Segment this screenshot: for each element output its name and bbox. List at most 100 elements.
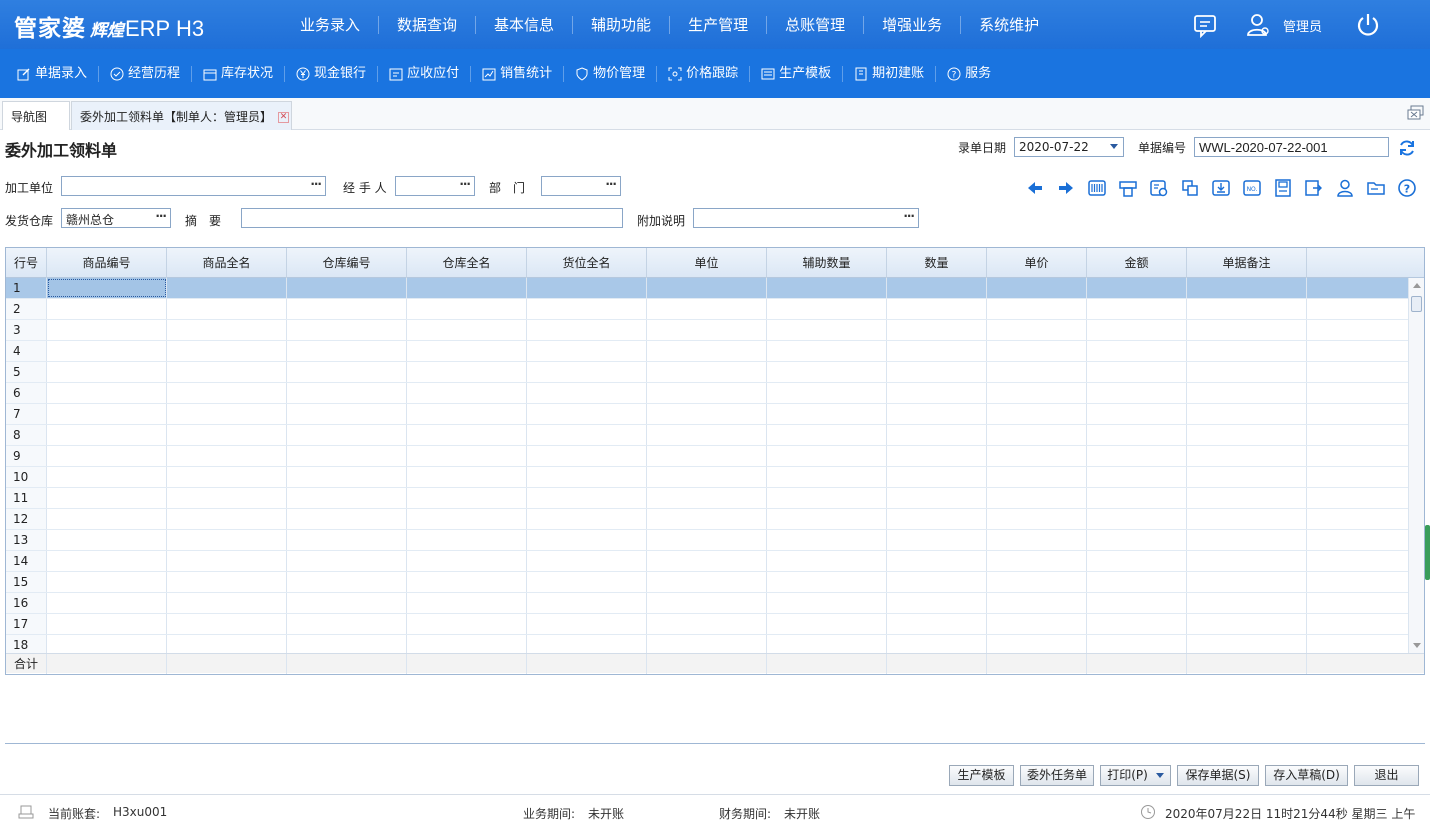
col-header[interactable]: 单据备注 bbox=[1187, 248, 1307, 278]
table-cell[interactable] bbox=[1187, 488, 1307, 508]
table-cell[interactable] bbox=[287, 509, 407, 529]
table-cell[interactable] bbox=[167, 404, 287, 424]
table-cell[interactable] bbox=[1087, 320, 1187, 340]
main-nav-item-data-query[interactable]: 数据查询 bbox=[379, 15, 477, 34]
settings-icon[interactable] bbox=[1149, 178, 1169, 198]
table-cell[interactable] bbox=[767, 488, 887, 508]
table-cell[interactable] bbox=[887, 614, 987, 634]
table-cell[interactable] bbox=[887, 530, 987, 550]
table-cell[interactable] bbox=[1087, 509, 1187, 529]
table-cell[interactable] bbox=[767, 404, 887, 424]
save-draft-button[interactable]: 存入草稿(D) bbox=[1265, 765, 1348, 786]
table-cell[interactable] bbox=[1187, 383, 1307, 403]
table-cell[interactable] bbox=[1087, 488, 1187, 508]
table-cell[interactable] bbox=[1187, 614, 1307, 634]
table-cell[interactable] bbox=[527, 404, 647, 424]
table-cell[interactable] bbox=[987, 488, 1087, 508]
table-cell[interactable] bbox=[407, 635, 527, 655]
more-dots-icon[interactable]: ··· bbox=[155, 209, 167, 223]
table-cell[interactable] bbox=[1087, 530, 1187, 550]
table-cell[interactable] bbox=[647, 404, 767, 424]
table-cell[interactable] bbox=[287, 341, 407, 361]
table-cell[interactable] bbox=[47, 299, 167, 319]
more-dots-icon[interactable]: ··· bbox=[459, 177, 471, 191]
col-header[interactable]: 仓库全名 bbox=[407, 248, 527, 278]
table-cell[interactable] bbox=[287, 530, 407, 550]
more-dots-icon[interactable]: ··· bbox=[605, 177, 617, 191]
table-cell[interactable] bbox=[527, 320, 647, 340]
table-cell[interactable] bbox=[1087, 362, 1187, 382]
table-cell[interactable] bbox=[1187, 362, 1307, 382]
table-cell[interactable] bbox=[527, 446, 647, 466]
sub-nav-stock[interactable]: 库存状况 bbox=[192, 65, 286, 82]
main-nav-item-system[interactable]: 系统维护 bbox=[961, 16, 1057, 34]
table-cell[interactable] bbox=[887, 509, 987, 529]
table-cell[interactable] bbox=[767, 341, 887, 361]
table-cell[interactable] bbox=[167, 383, 287, 403]
scroll-thumb[interactable] bbox=[1411, 296, 1422, 312]
table-cell[interactable] bbox=[167, 446, 287, 466]
table-cell[interactable] bbox=[47, 488, 167, 508]
table-cell[interactable] bbox=[987, 446, 1087, 466]
table-cell[interactable] bbox=[987, 299, 1087, 319]
table-cell[interactable] bbox=[1187, 635, 1307, 655]
table-row[interactable]: 12 bbox=[6, 509, 1408, 530]
table-cell[interactable] bbox=[647, 488, 767, 508]
table-cell[interactable] bbox=[527, 530, 647, 550]
table-row[interactable]: 8 bbox=[6, 425, 1408, 446]
table-cell[interactable] bbox=[47, 341, 167, 361]
table-cell[interactable] bbox=[1087, 278, 1187, 298]
table-cell[interactable] bbox=[767, 635, 887, 655]
close-icon[interactable]: ✕ bbox=[278, 112, 290, 123]
table-cell[interactable] bbox=[1187, 299, 1307, 319]
table-cell[interactable] bbox=[167, 278, 287, 298]
person-icon[interactable] bbox=[1335, 178, 1355, 198]
sub-nav-history[interactable]: 经营历程 bbox=[99, 65, 193, 82]
table-cell[interactable] bbox=[167, 467, 287, 487]
table-cell[interactable] bbox=[167, 593, 287, 613]
table-cell[interactable] bbox=[47, 635, 167, 655]
scroll-down-icon[interactable] bbox=[1413, 643, 1421, 648]
table-cell[interactable] bbox=[167, 299, 287, 319]
table-cell[interactable] bbox=[287, 572, 407, 592]
table-cell[interactable] bbox=[887, 446, 987, 466]
table-cell[interactable] bbox=[47, 278, 167, 298]
note-field[interactable]: ··· bbox=[693, 208, 919, 228]
table-cell[interactable] bbox=[407, 509, 527, 529]
table-cell[interactable] bbox=[167, 425, 287, 445]
table-cell[interactable] bbox=[647, 509, 767, 529]
table-cell[interactable] bbox=[987, 341, 1087, 361]
table-cell[interactable] bbox=[407, 572, 527, 592]
table-cell[interactable] bbox=[287, 614, 407, 634]
table-cell[interactable] bbox=[887, 467, 987, 487]
exit-button[interactable]: 退出 bbox=[1354, 765, 1419, 786]
table-cell[interactable] bbox=[47, 446, 167, 466]
table-cell[interactable] bbox=[887, 362, 987, 382]
table-cell[interactable] bbox=[167, 551, 287, 571]
table-cell[interactable] bbox=[1087, 614, 1187, 634]
table-cell[interactable] bbox=[1187, 530, 1307, 550]
table-cell[interactable] bbox=[1087, 593, 1187, 613]
table-cell[interactable] bbox=[407, 362, 527, 382]
main-nav-item-basic-info[interactable]: 基本信息 bbox=[476, 15, 574, 34]
main-nav-item-production[interactable]: 生产管理 bbox=[670, 15, 768, 34]
table-cell[interactable] bbox=[987, 593, 1087, 613]
number-icon[interactable]: NO. bbox=[1242, 178, 1262, 198]
table-cell[interactable] bbox=[167, 614, 287, 634]
table-cell[interactable] bbox=[527, 572, 647, 592]
table-row[interactable]: 5 bbox=[6, 362, 1408, 383]
table-row[interactable]: 6 bbox=[6, 383, 1408, 404]
table-cell[interactable] bbox=[1087, 383, 1187, 403]
main-nav-item-business-entry[interactable]: 业务录入 bbox=[282, 15, 380, 34]
table-cell[interactable] bbox=[407, 446, 527, 466]
table-cell[interactable] bbox=[287, 362, 407, 382]
table-cell[interactable] bbox=[647, 425, 767, 445]
table-row[interactable]: 16 bbox=[6, 593, 1408, 614]
col-header[interactable]: 商品全名 bbox=[167, 248, 287, 278]
table-row[interactable]: 3 bbox=[6, 320, 1408, 341]
table-cell[interactable] bbox=[1087, 404, 1187, 424]
table-cell[interactable] bbox=[1187, 278, 1307, 298]
arrow-right-icon[interactable] bbox=[1056, 178, 1076, 198]
table-cell[interactable] bbox=[1087, 635, 1187, 655]
table-cell[interactable] bbox=[647, 362, 767, 382]
